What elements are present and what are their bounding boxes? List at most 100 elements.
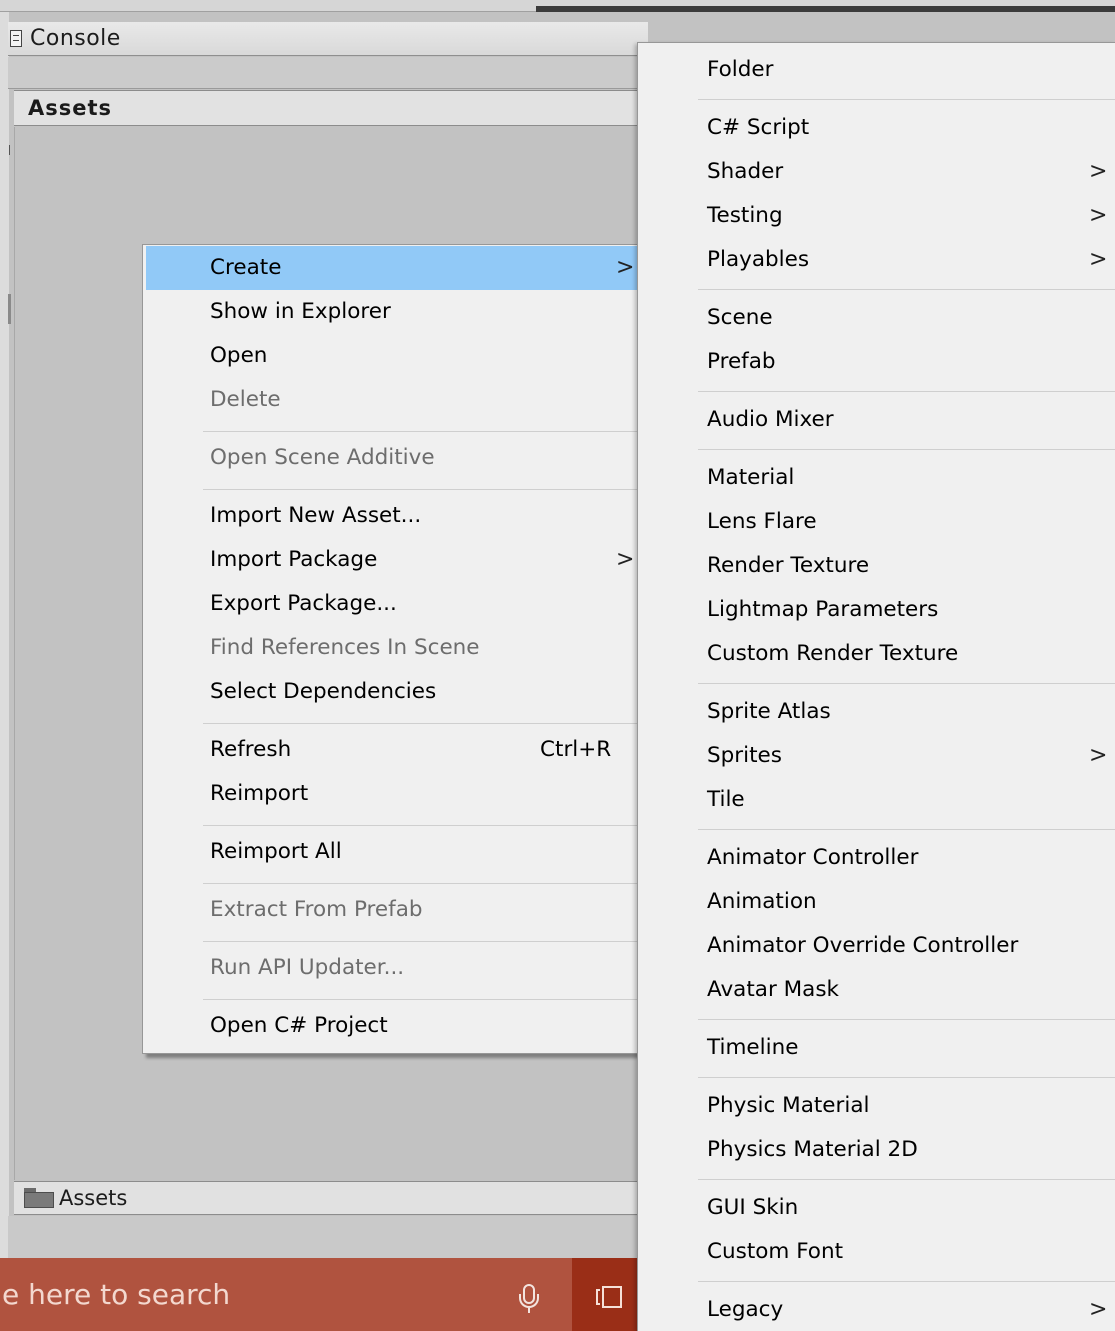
menu-separator [698, 829, 1115, 830]
menu-separator [698, 449, 1115, 450]
menu-item-open[interactable]: Open [146, 334, 638, 378]
menu-separator [203, 999, 639, 1000]
microphone-icon[interactable] [518, 1284, 540, 1314]
create-item-folder[interactable]: Folder [641, 48, 1113, 92]
console-tab[interactable]: Console [8, 22, 648, 56]
top-divider [0, 11, 536, 12]
menu-item-run-api-updater: Run API Updater... [146, 946, 638, 990]
menu-separator [203, 883, 639, 884]
menu-item-open-scene-additive: Open Scene Additive [146, 436, 638, 480]
create-item-tile[interactable]: Tile [641, 778, 1113, 822]
menu-separator [698, 99, 1115, 100]
create-item-legacy[interactable]: Legacy > [641, 1288, 1113, 1331]
menu-item-label: Playables [707, 247, 810, 272]
menu-item-label: Delete [210, 387, 281, 412]
submenu-arrow-icon: > [1089, 743, 1108, 768]
menu-item-label: Scene [707, 305, 773, 330]
menu-item-label: Animator Override Controller [707, 933, 1019, 958]
menu-item-label: Custom Render Texture [707, 641, 959, 666]
menu-separator [698, 1179, 1115, 1180]
menu-item-label: Import Package [210, 547, 378, 572]
create-item-animation[interactable]: Animation [641, 880, 1113, 924]
menu-item-select-dependencies[interactable]: Select Dependencies [146, 670, 638, 714]
create-item-sprite-atlas[interactable]: Sprite Atlas [641, 690, 1113, 734]
create-item-lightmap-parameters[interactable]: Lightmap Parameters [641, 588, 1113, 632]
assets-panel-title: Assets [28, 96, 113, 120]
create-item-shader[interactable]: Shader > [641, 150, 1113, 194]
menu-item-export-package[interactable]: Export Package... [146, 582, 638, 626]
menu-item-reimport[interactable]: Reimport [146, 772, 638, 816]
menu-separator [698, 683, 1115, 684]
menu-separator [698, 1077, 1115, 1078]
menu-item-label: Open C# Project [210, 1013, 388, 1038]
menu-item-label: Folder [707, 57, 774, 82]
menu-item-label: C# Script [707, 115, 810, 140]
create-item-timeline[interactable]: Timeline [641, 1026, 1113, 1070]
menu-item-reimport-all[interactable]: Reimport All [146, 830, 638, 874]
create-item-gui-skin[interactable]: GUI Skin [641, 1186, 1113, 1230]
toolbar-band [8, 57, 648, 89]
menu-separator [698, 1281, 1115, 1282]
create-item-material[interactable]: Material [641, 456, 1113, 500]
submenu-arrow-icon: > [616, 255, 635, 280]
assets-breadcrumb[interactable]: Assets [14, 1181, 648, 1215]
menu-separator [203, 941, 639, 942]
menu-item-label: Select Dependencies [210, 679, 437, 704]
create-item-render-texture[interactable]: Render Texture [641, 544, 1113, 588]
taskbar-search-box[interactable]: e here to search [0, 1258, 572, 1331]
menu-item-label: Custom Font [707, 1239, 844, 1264]
edge-mark [9, 145, 12, 155]
create-item-sprites[interactable]: Sprites > [641, 734, 1113, 778]
create-item-csharp-script[interactable]: C# Script [641, 106, 1113, 150]
create-item-physic-material[interactable]: Physic Material [641, 1084, 1113, 1128]
menu-item-label: Prefab [707, 349, 776, 374]
menu-item-extract-from-prefab: Extract From Prefab [146, 888, 638, 932]
menu-item-label: Open Scene Additive [210, 445, 435, 470]
menu-item-show-in-explorer[interactable]: Show in Explorer [146, 290, 638, 334]
create-item-animator-controller[interactable]: Animator Controller [641, 836, 1113, 880]
menu-item-open-csharp-project[interactable]: Open C# Project [146, 1004, 638, 1048]
task-view-button[interactable] [572, 1258, 640, 1331]
create-item-prefab[interactable]: Prefab [641, 340, 1113, 384]
submenu-arrow-icon: > [1089, 247, 1108, 272]
menu-item-label: Animator Controller [707, 845, 919, 870]
menu-separator [203, 431, 639, 432]
console-icon [10, 30, 22, 47]
menu-item-find-references: Find References In Scene [146, 626, 638, 670]
breadcrumb-label: Assets [59, 1186, 128, 1210]
menu-item-import-new-asset[interactable]: Import New Asset... [146, 494, 638, 538]
menu-item-create[interactable]: Create > [146, 246, 638, 290]
menu-item-import-package[interactable]: Import Package > [146, 538, 638, 582]
create-item-playables[interactable]: Playables > [641, 238, 1113, 282]
menu-item-label: Open [210, 343, 268, 368]
create-item-physics-material-2d[interactable]: Physics Material 2D [641, 1128, 1113, 1172]
assets-panel-header: Assets [14, 90, 648, 126]
folder-icon [24, 1188, 54, 1208]
create-submenu: Folder C# Script Shader > Testing > Play… [637, 42, 1115, 1331]
menu-item-label: Reimport All [210, 839, 342, 864]
create-item-animator-override-controller[interactable]: Animator Override Controller [641, 924, 1113, 968]
menu-separator [698, 1019, 1115, 1020]
menu-item-refresh[interactable]: Refresh Ctrl+R [146, 728, 638, 772]
window-top-strip [0, 0, 1115, 12]
menu-separator [203, 825, 639, 826]
menu-item-label: Lightmap Parameters [707, 597, 939, 622]
menu-item-label: Physic Material [707, 1093, 870, 1118]
menu-item-label: Timeline [707, 1035, 799, 1060]
create-item-scene[interactable]: Scene [641, 296, 1113, 340]
create-item-lens-flare[interactable]: Lens Flare [641, 500, 1113, 544]
menu-item-label: Lens Flare [707, 509, 817, 534]
edge-scroll-handle[interactable] [8, 294, 11, 324]
create-item-avatar-mask[interactable]: Avatar Mask [641, 968, 1113, 1012]
create-item-custom-font[interactable]: Custom Font [641, 1230, 1113, 1274]
left-edge-panel [0, 12, 12, 1258]
menu-item-label: Refresh [210, 737, 292, 762]
menu-item-delete: Delete [146, 378, 638, 422]
create-item-testing[interactable]: Testing > [641, 194, 1113, 238]
menu-separator [203, 489, 639, 490]
menu-item-label: Show in Explorer [210, 299, 391, 324]
menu-item-label: Avatar Mask [707, 977, 840, 1002]
create-item-custom-render-texture[interactable]: Custom Render Texture [641, 632, 1113, 676]
create-item-audio-mixer[interactable]: Audio Mixer [641, 398, 1113, 442]
taskbar-search-placeholder: e here to search [2, 1278, 231, 1311]
